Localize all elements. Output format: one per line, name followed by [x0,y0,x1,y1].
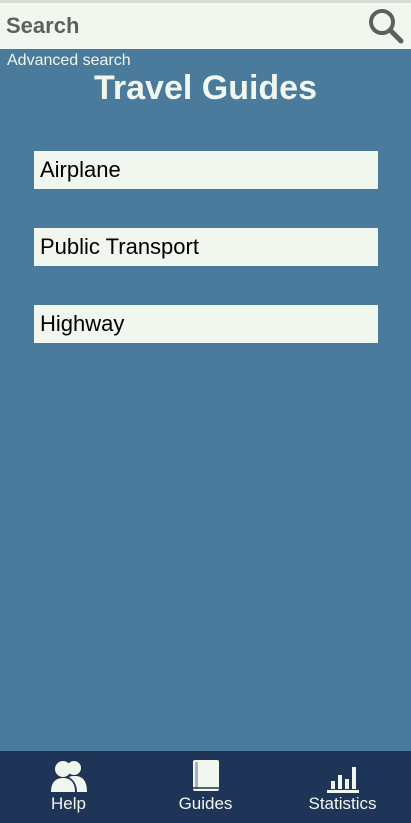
search-input[interactable] [0,3,361,49]
book-icon [192,760,219,791]
page-title: Travel Guides [94,69,317,107]
guide-item-airplane[interactable]: Airplane [34,151,378,189]
search-bar [0,0,411,49]
bottom-nav: Help Guides Statistics [0,751,411,823]
nav-item-help[interactable]: Help [0,751,137,823]
nav-item-label: Help [51,794,86,813]
nav-item-label: Guides [178,794,233,813]
search-icon [369,9,404,44]
guide-item-label: Highway [40,311,125,336]
search-button[interactable] [361,3,411,49]
person-icon [50,761,87,792]
guide-list: Airplane Public Transport Highway [34,151,378,382]
guide-item-label: Public Transport [40,234,199,259]
bar-chart-icon [326,767,359,793]
nav-item-label: Statistics [308,794,377,813]
guide-item-label: Airplane [40,157,121,182]
advanced-search-link[interactable]: Advanced search [7,52,131,70]
guide-item-highway[interactable]: Highway [34,305,378,343]
guide-item-public-transport[interactable]: Public Transport [34,228,378,266]
nav-item-statistics[interactable]: Statistics [274,751,411,823]
nav-item-guides[interactable]: Guides [137,751,274,823]
